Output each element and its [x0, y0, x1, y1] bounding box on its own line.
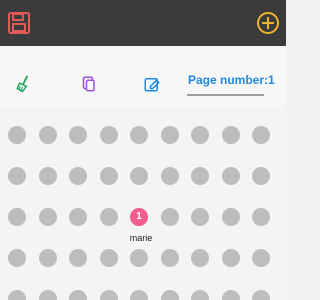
page-number-underline: [187, 94, 264, 96]
seat-dot[interactable]: [8, 249, 26, 267]
seat-dot[interactable]: [221, 249, 240, 267]
seat-dot[interactable]: [160, 290, 179, 300]
seat-dot[interactable]: [160, 208, 179, 226]
seat-dot[interactable]: [99, 249, 118, 267]
seat-name-label: marie: [129, 233, 153, 243]
seat-dot[interactable]: [252, 167, 270, 185]
save-icon[interactable]: [4, 8, 34, 38]
seat-dot[interactable]: [8, 208, 26, 226]
seat-dot[interactable]: [252, 249, 270, 267]
page-number-label: Page number:1: [188, 73, 275, 87]
seat-dot[interactable]: [38, 167, 57, 185]
seat-dot[interactable]: [69, 126, 87, 144]
seat-dot[interactable]: [99, 290, 118, 300]
seat-dot[interactable]: [160, 249, 179, 267]
seat-number: 1: [136, 211, 142, 222]
app-root: Page number:1 1 marie: [0, 0, 286, 300]
seat-dot[interactable]: [130, 290, 148, 300]
seat-dot[interactable]: [99, 126, 118, 144]
seat-grid: 1 marie: [0, 106, 286, 300]
copy-icon[interactable]: [78, 74, 98, 94]
seat-dot[interactable]: [191, 208, 209, 226]
seat-dot[interactable]: [160, 167, 179, 185]
seat-dot[interactable]: [38, 126, 57, 144]
seat-dot[interactable]: [191, 249, 209, 267]
seat-dot[interactable]: [191, 167, 209, 185]
seat-dot[interactable]: [130, 126, 148, 144]
seat-dot[interactable]: [191, 126, 209, 144]
seat-dot[interactable]: [8, 126, 26, 144]
seat-dot[interactable]: [221, 126, 240, 144]
seat-dot[interactable]: [130, 249, 148, 267]
seat-dot[interactable]: [252, 126, 270, 144]
seat-dot[interactable]: [8, 167, 26, 185]
seat-dot[interactable]: [221, 167, 240, 185]
seat-dot[interactable]: [99, 208, 118, 226]
seat-dot[interactable]: [69, 290, 87, 300]
top-app-bar: [0, 0, 286, 46]
seat-dot[interactable]: [221, 290, 240, 300]
seat-dot[interactable]: [38, 290, 57, 300]
add-circle-icon[interactable]: [253, 8, 283, 38]
seat-dot[interactable]: [221, 208, 240, 226]
seat-dot[interactable]: [252, 290, 270, 300]
seat-dot[interactable]: [252, 208, 270, 226]
seat-occupied[interactable]: 1: [130, 208, 148, 226]
edit-icon[interactable]: [142, 74, 162, 94]
seat-dot[interactable]: [69, 249, 87, 267]
seat-dot[interactable]: [38, 249, 57, 267]
seat-dot[interactable]: [69, 208, 87, 226]
broom-icon[interactable]: [14, 74, 34, 94]
seat-dot[interactable]: [38, 208, 57, 226]
seat-dot[interactable]: [191, 290, 209, 300]
seat-dot[interactable]: [69, 167, 87, 185]
seat-dot[interactable]: [160, 126, 179, 144]
action-toolbar: Page number:1: [0, 46, 286, 106]
seat-dot[interactable]: [8, 290, 26, 300]
seat-dot[interactable]: [99, 167, 118, 185]
seat-dot[interactable]: [130, 167, 148, 185]
